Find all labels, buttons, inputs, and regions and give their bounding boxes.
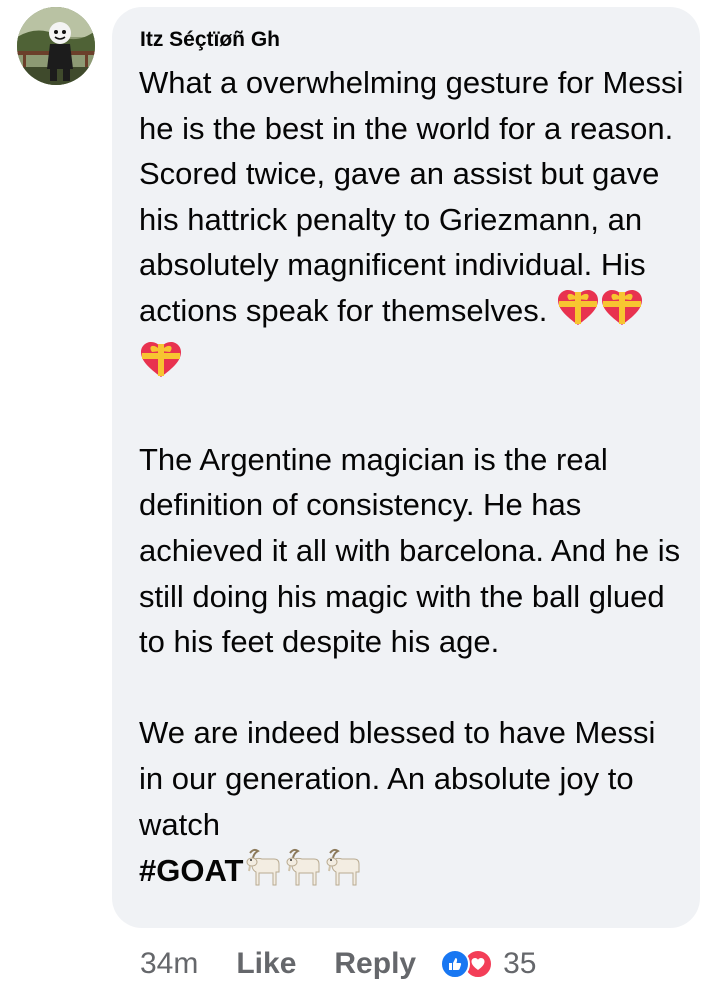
- goat-icon: [244, 847, 284, 900]
- avatar-photo-icon: [17, 7, 95, 85]
- goat-icon: [324, 847, 364, 900]
- comment-paragraph: The Argentine magician is the real defin…: [139, 441, 681, 660]
- comment-thread: Itz Séçtïøñ Gh What a overwhelming gestu…: [0, 0, 720, 993]
- avatar[interactable]: [17, 7, 95, 85]
- reply-button[interactable]: Reply: [334, 947, 416, 981]
- comment-paragraph: We are indeed blessed to have Messi in o…: [139, 715, 656, 842]
- reactions-summary[interactable]: [440, 949, 494, 979]
- gift-heart-icon: [556, 289, 600, 340]
- comment-actions: 34m Like Reply 35: [140, 944, 536, 984]
- gift-heart-icon: [600, 289, 644, 340]
- gift-heart-icon: [139, 341, 183, 392]
- hashtag-link[interactable]: #GOAT: [139, 853, 244, 888]
- comment-body: What a overwhelming gesture for Messi he…: [139, 60, 687, 900]
- comment-timestamp[interactable]: 34m: [140, 947, 198, 981]
- reaction-count[interactable]: 35: [503, 947, 536, 981]
- comment-paragraph: What a overwhelming gesture for Messi he…: [139, 60, 687, 391]
- goat-icon: [284, 847, 324, 900]
- like-button[interactable]: Like: [236, 947, 296, 981]
- hashtag-line: #GOAT: [139, 847, 687, 900]
- comment-author[interactable]: Itz Séçtïøñ Gh: [140, 28, 280, 52]
- like-icon: [440, 949, 471, 979]
